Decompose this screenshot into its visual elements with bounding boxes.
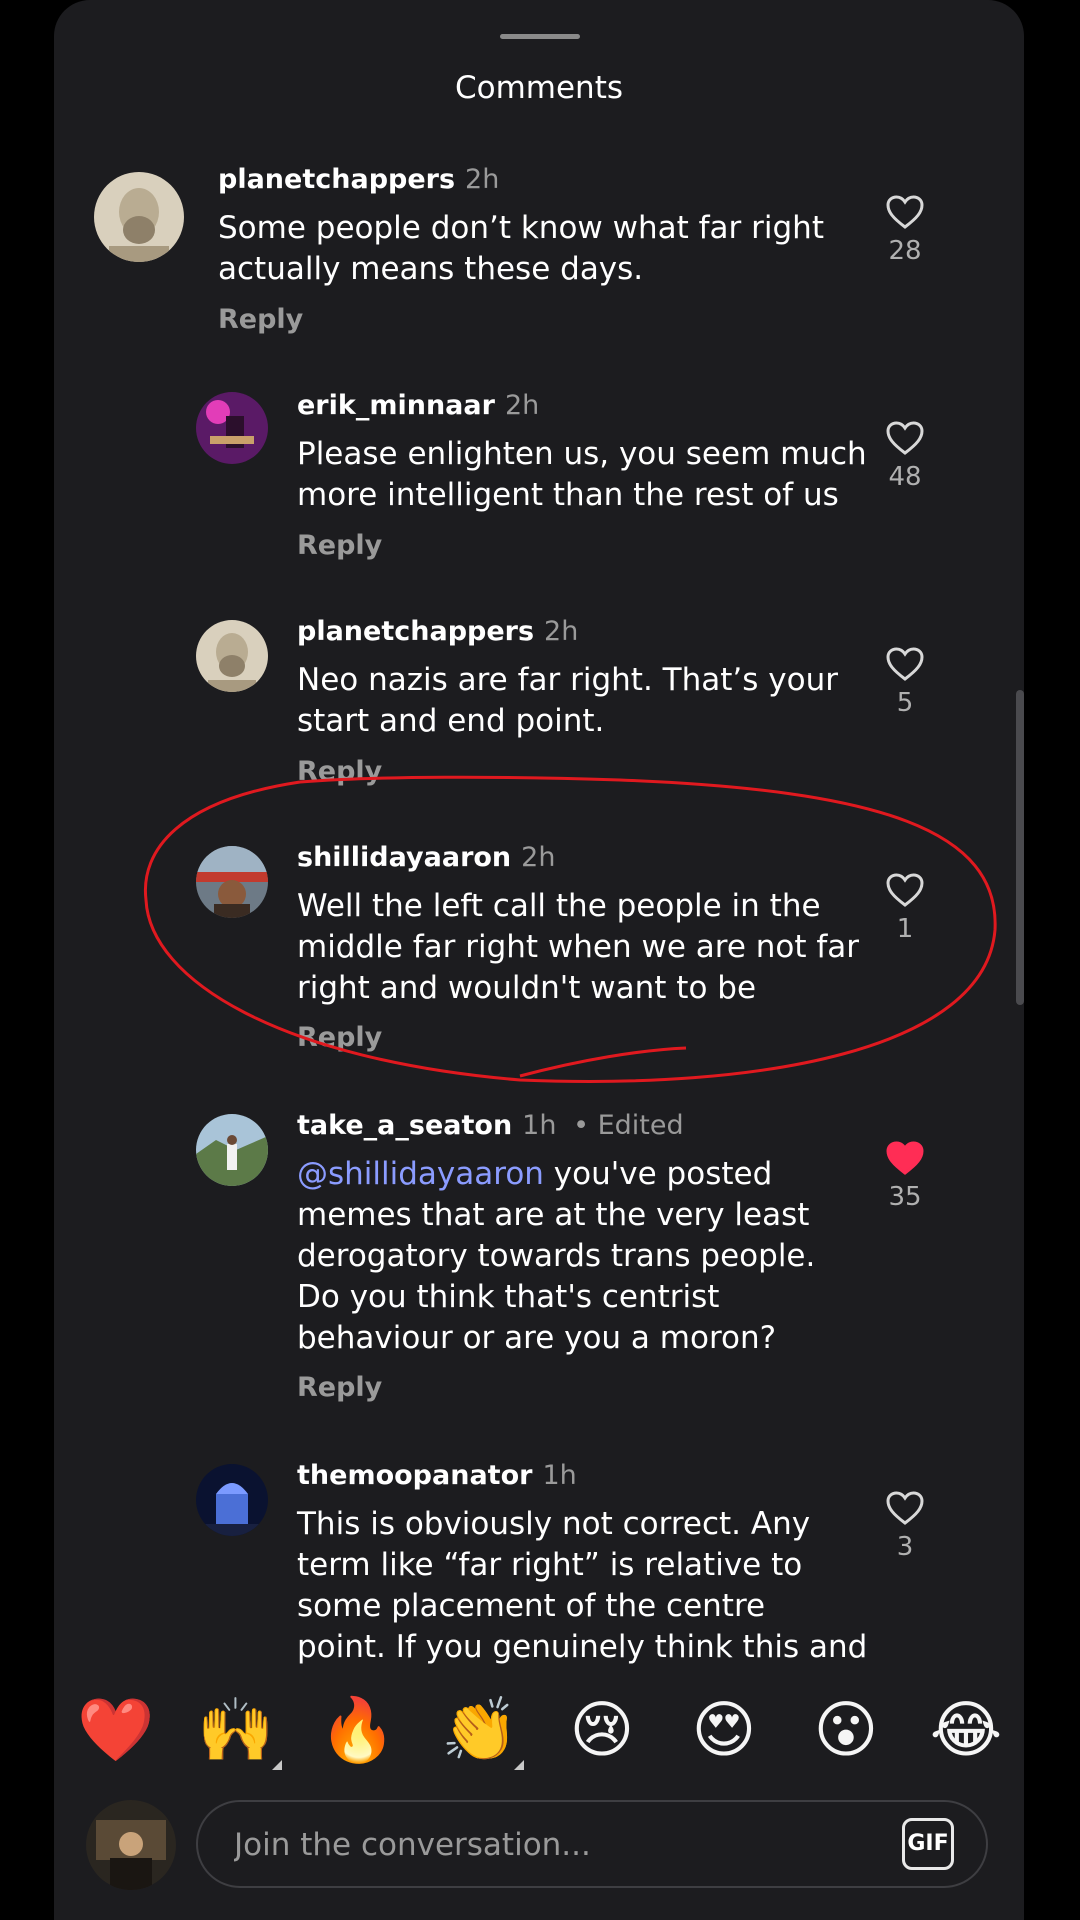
sheet-title: Comments — [454, 70, 624, 106]
comment-text: Well the left call the people in the mid… — [297, 888, 860, 1006]
emoji-fire[interactable]: 🔥 — [318, 1690, 398, 1770]
reply-button[interactable]: Reply — [297, 530, 382, 561]
comment-username[interactable]: planetchappers — [218, 164, 455, 195]
gif-icon[interactable]: GIF — [902, 1818, 954, 1870]
comment-meta: planetchappers 2h — [297, 616, 578, 647]
reply-button[interactable]: Reply — [218, 304, 303, 335]
like-count: 35 — [888, 1182, 922, 1212]
comment-text: Neo nazis are far right. That’s your sta… — [297, 662, 838, 739]
comment-time: 1h — [542, 1460, 577, 1491]
heart-outline-icon[interactable] — [885, 646, 925, 682]
emoji-surprised[interactable]: 😮 — [806, 1690, 886, 1770]
comment-meta: take_a_seaton 1h • Edited — [297, 1110, 684, 1141]
comment-username[interactable]: erik_minnaar — [297, 390, 495, 421]
comment-time: 1h — [522, 1110, 557, 1141]
comment-meta: shillidayaaron 2h — [297, 842, 555, 873]
skin-tone-indicator — [272, 1760, 282, 1770]
current-user-avatar[interactable] — [86, 1800, 176, 1890]
avatar[interactable] — [196, 846, 268, 918]
comment-time: 2h — [504, 390, 540, 421]
comment-text: @shillidayaaron you've posted memes that… — [297, 1154, 897, 1359]
like-count: 1 — [896, 914, 914, 944]
scrollbar[interactable] — [1016, 690, 1024, 1005]
heart-outline-icon[interactable] — [885, 872, 925, 908]
comment-time: 2h — [544, 616, 579, 647]
comment-username[interactable]: shillidayaaron — [297, 842, 511, 873]
reply-button[interactable]: Reply — [297, 1022, 382, 1053]
comment-meta: erik_minnaar 2h — [297, 390, 539, 421]
like-control: 48 — [855, 420, 955, 492]
heart-filled-icon[interactable] — [885, 1140, 925, 1176]
heart-outline-icon[interactable] — [885, 420, 925, 456]
like-count: 3 — [896, 1532, 914, 1562]
comment-text: Please enlighten us, you seem much more … — [297, 436, 867, 513]
drag-handle[interactable] — [500, 34, 580, 39]
like-control: 5 — [855, 646, 955, 718]
heart-outline-icon[interactable] — [885, 194, 925, 230]
avatar[interactable] — [196, 1114, 268, 1186]
emoji-clapping[interactable]: 👏 — [440, 1690, 520, 1770]
comment-text: Some people don’t know what far right ac… — [218, 210, 824, 287]
like-control: 35 — [855, 1140, 955, 1212]
comment-input-container: GIF — [196, 1800, 988, 1888]
like-count: 5 — [896, 688, 914, 718]
comment-text: This is obviously not correct. Any term … — [297, 1506, 868, 1665]
comment-input[interactable] — [232, 1818, 876, 1872]
emoji-laughing[interactable]: 😂 — [926, 1690, 1006, 1770]
emoji-heart-eyes[interactable]: 😍 — [684, 1690, 764, 1770]
like-count: 28 — [888, 236, 922, 266]
reply-button[interactable]: Reply — [297, 756, 382, 787]
comment-username[interactable]: themoopanator — [297, 1460, 532, 1491]
avatar[interactable] — [196, 620, 268, 692]
comment-meta: planetchappers 2h — [218, 164, 499, 195]
mention-link[interactable]: @shillidayaaron — [297, 1156, 544, 1192]
emoji-crying[interactable]: 😢 — [562, 1690, 642, 1770]
comment-meta: themoopanator 1h — [297, 1460, 577, 1491]
reply-button[interactable]: Reply — [297, 1372, 382, 1403]
skin-tone-indicator — [514, 1760, 524, 1770]
emoji-raised-hands[interactable]: 🙌 — [196, 1690, 276, 1770]
comment-time: 2h — [521, 842, 556, 873]
avatar[interactable] — [196, 392, 268, 464]
emoji-reaction-bar: ❤️ 🙌 🔥 👏 😢 😍 😮 😂 — [0, 1690, 1080, 1780]
avatar[interactable] — [196, 1464, 268, 1536]
like-count: 48 — [888, 462, 922, 492]
avatar[interactable] — [94, 172, 184, 262]
comment-composer: GIF — [0, 1800, 1080, 1890]
like-control: 28 — [855, 194, 955, 266]
comment-username[interactable]: take_a_seaton — [297, 1110, 512, 1141]
like-control: 1 — [855, 872, 955, 944]
comment-time: 2h — [465, 164, 500, 195]
like-control: 3 — [855, 1490, 955, 1562]
emoji-heart[interactable]: ❤️ — [76, 1690, 156, 1770]
edited-label: • Edited — [573, 1110, 684, 1141]
heart-outline-icon[interactable] — [885, 1490, 925, 1526]
comment-username[interactable]: planetchappers — [297, 616, 534, 647]
